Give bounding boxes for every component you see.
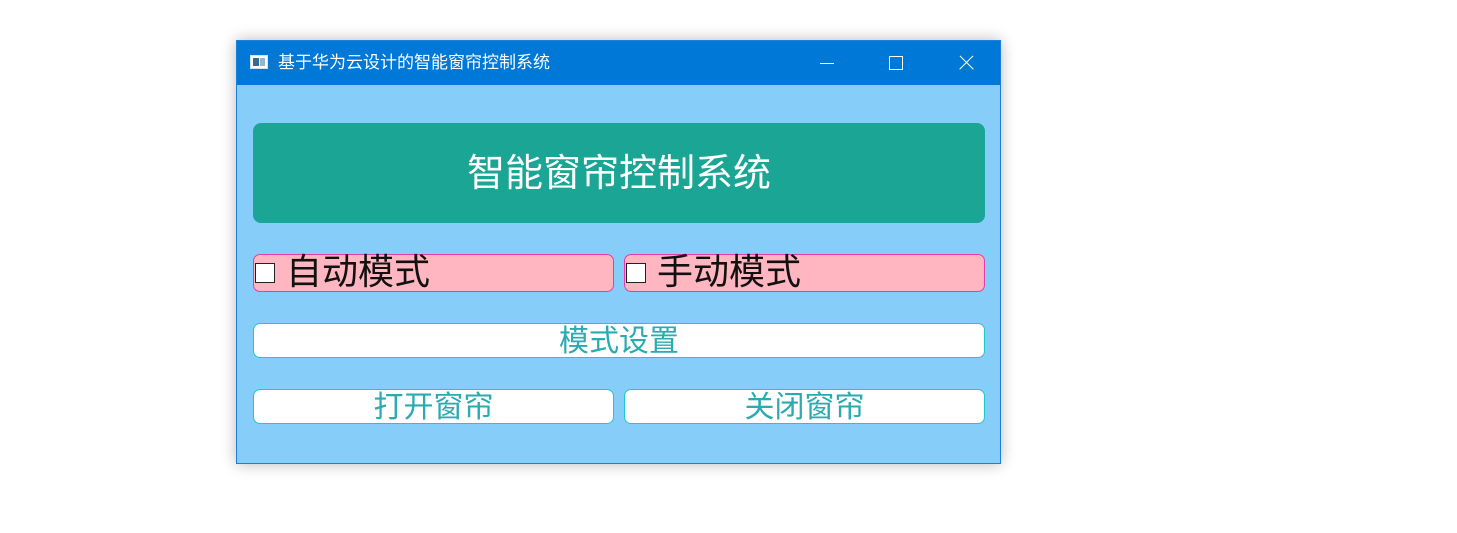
mode-setting-button[interactable]: 模式设置 xyxy=(253,323,985,358)
close-button[interactable] xyxy=(931,41,1001,85)
auto-mode-checkbox[interactable]: 自动模式 xyxy=(253,252,614,293)
system-title-banner: 智能窗帘控制系统 xyxy=(253,123,985,223)
maximize-button[interactable] xyxy=(861,41,931,85)
app-window: 基于华为云设计的智能窗帘控制系统 智能窗帘控制系统 自动模式 手动模式 模式设置… xyxy=(236,40,1001,464)
close-curtain-button[interactable]: 关闭窗帘 xyxy=(624,389,985,424)
close-icon xyxy=(958,55,974,71)
app-window-icon xyxy=(250,55,268,69)
auto-mode-check-indicator[interactable] xyxy=(255,263,275,283)
manual-mode-check-indicator[interactable] xyxy=(626,263,646,283)
minimize-icon xyxy=(820,63,834,64)
manual-mode-checkbox[interactable]: 手动模式 xyxy=(624,252,985,293)
maximize-icon xyxy=(889,56,903,70)
auto-mode-label: 自动模式 xyxy=(286,252,431,293)
window-title: 基于华为云设计的智能窗帘控制系统 xyxy=(278,53,550,73)
manual-mode-label: 手动模式 xyxy=(657,252,802,293)
open-curtain-button[interactable]: 打开窗帘 xyxy=(253,389,614,424)
minimize-button[interactable] xyxy=(792,41,862,85)
title-bar[interactable]: 基于华为云设计的智能窗帘控制系统 xyxy=(237,41,1000,85)
